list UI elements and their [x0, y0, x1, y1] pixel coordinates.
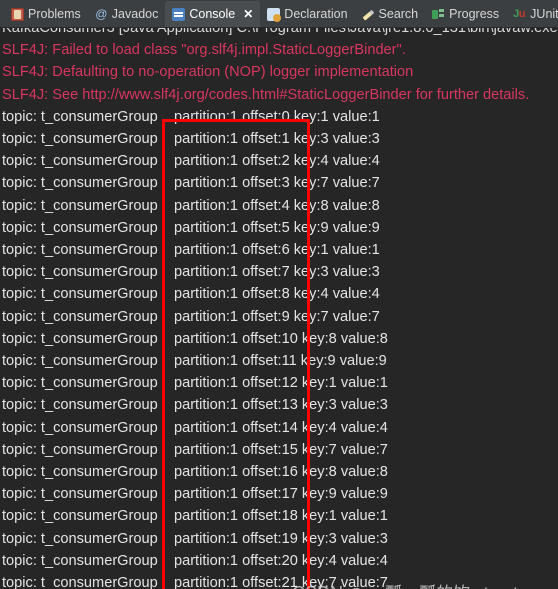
console-record-line: topic: t_consumerGroup partition:1 offse…: [2, 353, 387, 370]
tab-search[interactable]: Search: [355, 1, 426, 27]
console-record-line: topic: t_consumerGroup partition:1 offse…: [2, 486, 388, 503]
tab-label: Search: [378, 6, 419, 21]
console-record-line: topic: t_consumerGroup partition:1 offse…: [2, 419, 388, 436]
stderr-line: SLF4J: Failed to load class "org.slf4j.i…: [2, 42, 406, 59]
console-record-line: topic: t_consumerGroup partition:1 offse…: [2, 197, 380, 214]
console-record-line: topic: t_consumerGroup partition:1 offse…: [2, 264, 380, 281]
console-record-line: topic: t_consumerGroup partition:1 offse…: [2, 131, 380, 148]
console-record-line: topic: t_consumerGroup partition:1 offse…: [2, 330, 388, 347]
tab-label: Console: [189, 6, 236, 21]
process-header-line: KafkaConsumer3 [Java Application] C:\Pro…: [2, 28, 558, 36]
search-icon: [359, 5, 377, 23]
tab-junit[interactable]: Ju JUnit: [506, 1, 558, 27]
console-record-line: topic: t_consumerGroup partition:1 offse…: [2, 286, 380, 303]
console-record-line: topic: t_consumerGroup partition:1 offse…: [2, 153, 380, 170]
tab-javadoc[interactable]: @ Javadoc: [88, 1, 166, 27]
tab-progress[interactable]: Progress: [425, 1, 506, 27]
console-record-line: topic: t_consumerGroup partition:1 offse…: [2, 464, 388, 481]
stderr-line: SLF4J: Defaulting to no-operation (NOP) …: [2, 64, 414, 81]
stderr-line: SLF4J: See http://www.slf4j.org/codes.ht…: [2, 86, 530, 103]
junit-icon: Ju: [513, 7, 526, 20]
console-record-line: topic: t_consumerGroup partition:1 offse…: [2, 441, 388, 458]
close-icon[interactable]: ✕: [243, 8, 253, 20]
console-record-line: topic: t_consumerGroup partition:1 offse…: [2, 219, 380, 236]
console-icon: [172, 7, 186, 21]
console-scroll-content: KafkaConsumer3 [Java Application] C:\Pro…: [0, 28, 558, 589]
view-tab-bar: Problems @ Javadoc Console ✕ Declaration Searc…: [0, 0, 558, 28]
tab-label: Javadoc: [111, 6, 159, 21]
javadoc-icon: @: [95, 6, 108, 21]
console-output-panel[interactable]: KafkaConsumer3 [Java Application] C:\Pro…: [0, 28, 558, 589]
declaration-icon: [267, 7, 282, 22]
progress-icon: [432, 8, 445, 21]
tab-console[interactable]: Console ✕: [165, 1, 261, 27]
console-record-line: topic: t_consumerGroup partition:1 offse…: [2, 530, 388, 547]
console-record-line: topic: t_consumerGroup partition:1 offse…: [2, 575, 388, 589]
console-record-line: topic: t_consumerGroup partition:1 offse…: [2, 242, 380, 259]
console-record-line: topic: t_consumerGroup partition:1 offse…: [2, 308, 380, 325]
console-record-line: topic: t_consumerGroup partition:1 offse…: [2, 375, 388, 392]
tab-label: Declaration: [284, 6, 348, 21]
tab-label: Progress: [449, 6, 500, 21]
problems-icon: [11, 7, 24, 21]
console-record-line: topic: t_consumerGroup partition:1 offse…: [2, 508, 388, 525]
tab-label: JUnit: [530, 6, 558, 21]
console-record-line: topic: t_consumerGroup partition:1 offse…: [2, 175, 380, 192]
console-record-line: topic: t_consumerGroup partition:1 offse…: [2, 397, 388, 414]
tab-problems[interactable]: Problems: [4, 1, 88, 27]
tab-declaration[interactable]: Declaration: [260, 1, 354, 27]
tab-label: Problems: [28, 6, 81, 21]
console-record-line: topic: t_consumerGroup partition:1 offse…: [2, 552, 388, 569]
console-record-line: topic: t_consumerGroup partition:1 offse…: [2, 108, 380, 125]
